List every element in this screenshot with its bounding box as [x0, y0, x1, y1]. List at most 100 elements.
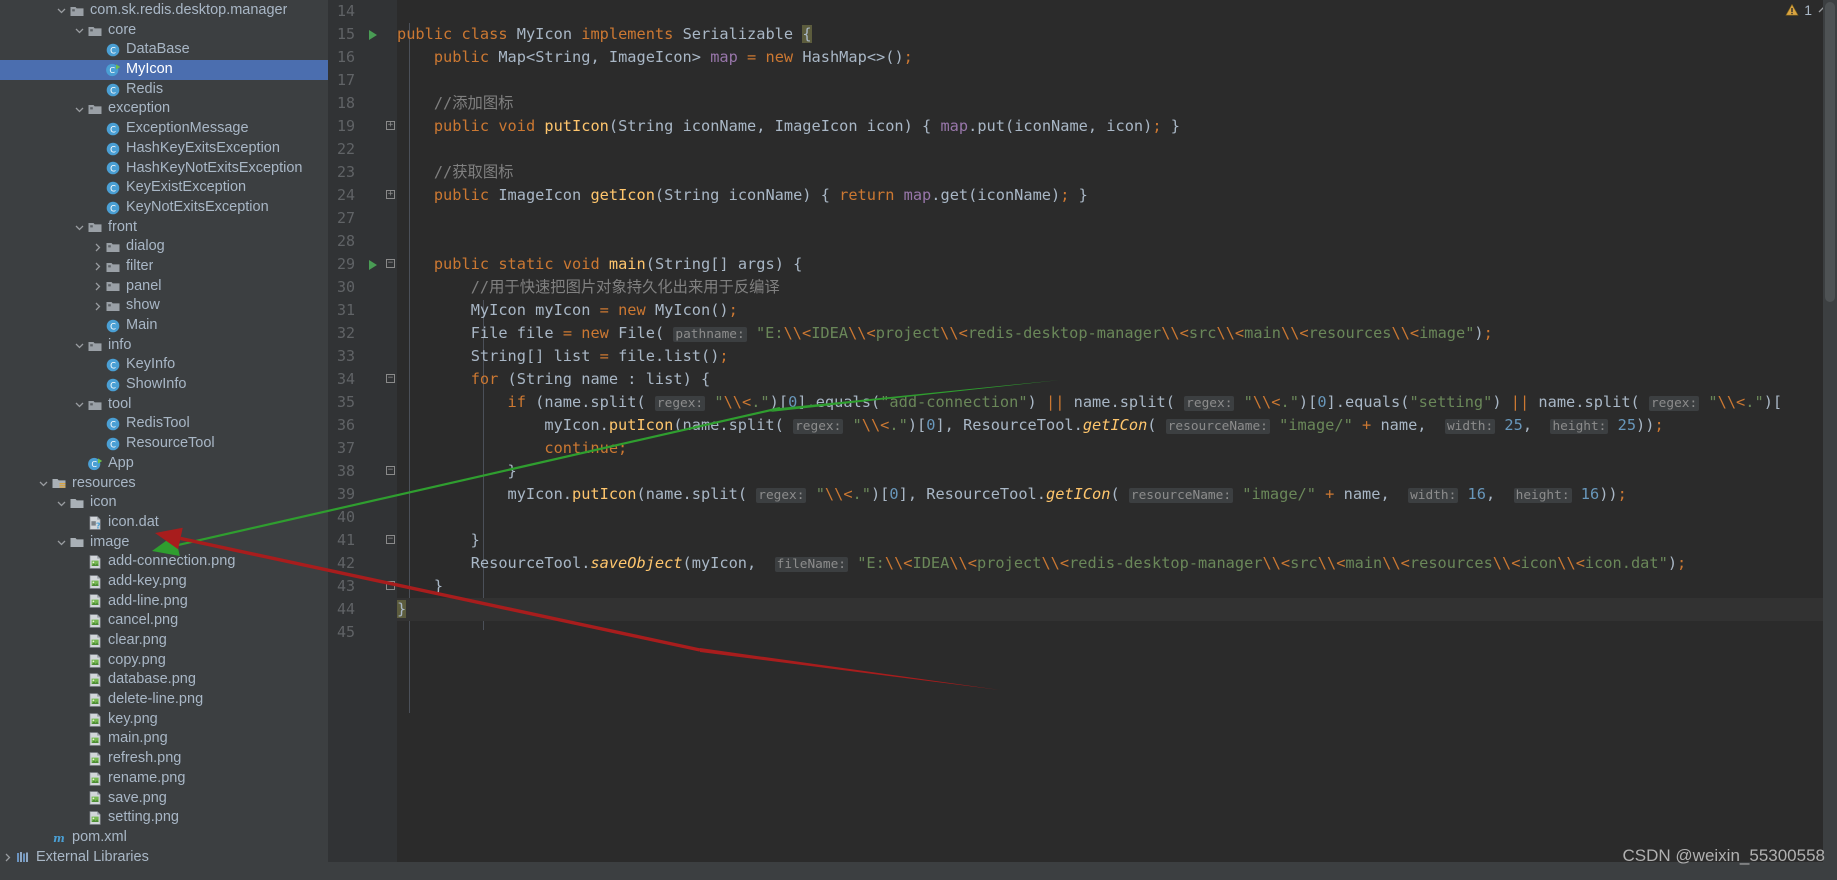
- tree-item-rename-png[interactable]: rename.png: [0, 769, 328, 789]
- code-line[interactable]: continue;: [397, 437, 627, 460]
- tree-item-clear-png[interactable]: clear.png: [0, 631, 328, 651]
- code-line[interactable]: myIcon.putIcon(name.split( regex: "\\<."…: [397, 483, 1627, 506]
- tree-item-save-png[interactable]: save.png: [0, 789, 328, 809]
- tree-item-resourcetool[interactable]: C ResourceTool: [0, 434, 328, 454]
- tree-item-keynotexitsexception[interactable]: C KeyNotExitsException: [0, 198, 328, 218]
- code-line[interactable]: ResourceTool.saveObject(myIcon, fileName…: [397, 552, 1686, 575]
- chevron-right-icon[interactable]: [90, 296, 104, 316]
- chevron-down-icon[interactable]: [54, 493, 68, 513]
- chevron-down-icon[interactable]: [72, 21, 86, 41]
- tree-item-setting-png[interactable]: setting.png: [0, 808, 328, 828]
- tree-item-copy-png[interactable]: copy.png: [0, 651, 328, 671]
- tree-item-redistool[interactable]: C RedisTool: [0, 414, 328, 434]
- tree-item-showinfo[interactable]: C ShowInfo: [0, 375, 328, 395]
- chevron-down-icon[interactable]: [72, 218, 86, 238]
- svg-text:C: C: [110, 380, 116, 390]
- chevron-down-icon[interactable]: [72, 336, 86, 356]
- code-line[interactable]: }: [397, 460, 517, 483]
- run-gutter-icon[interactable]: [369, 30, 377, 40]
- tree-item-com-sk-redis-desktop-manager[interactable]: com.sk.redis.desktop.manager: [0, 1, 328, 21]
- tree-item-resources[interactable]: resources: [0, 474, 328, 494]
- fold-plus-icon[interactable]: +: [386, 121, 395, 130]
- tree-item-cancel-png[interactable]: cancel.png: [0, 611, 328, 631]
- code-line[interactable]: String[] list = file.list();: [397, 345, 729, 368]
- tree-item-refresh-png[interactable]: refresh.png: [0, 749, 328, 769]
- code-line[interactable]: }: [397, 598, 407, 621]
- code-line[interactable]: //获取图标: [397, 161, 514, 184]
- chevron-right-icon[interactable]: [90, 277, 104, 297]
- image-file-icon: [86, 574, 104, 590]
- code-line[interactable]: }: [397, 529, 480, 552]
- tree-item-keyexistexception[interactable]: C KeyExistException: [0, 178, 328, 198]
- tree-item-exception[interactable]: exception: [0, 99, 328, 119]
- tree-item-add-connection-png[interactable]: add-connection.png: [0, 552, 328, 572]
- code-editor[interactable]: 14 15 16 17 18 19 +22 23 24 +27 28 29 − 30 31 32 33 34 − 35…: [328, 0, 1837, 880]
- tree-item-app[interactable]: C App: [0, 454, 328, 474]
- tree-item-dialog[interactable]: dialog: [0, 237, 328, 257]
- code-line[interactable]: MyIcon myIcon = new MyIcon();: [397, 299, 738, 322]
- code-line[interactable]: //添加图标: [397, 92, 514, 115]
- fold-plus-icon[interactable]: +: [386, 190, 395, 199]
- code-line[interactable]: for (String name : list) {: [397, 368, 711, 391]
- code-line[interactable]: }: [397, 575, 443, 598]
- code-text-area[interactable]: public class MyIcon implements Serializa…: [397, 0, 1837, 880]
- tree-item-info[interactable]: info: [0, 336, 328, 356]
- chevron-down-icon[interactable]: [36, 474, 50, 494]
- tree-item-myicon[interactable]: C MyIcon: [0, 60, 328, 80]
- java-class-icon: C: [104, 82, 122, 98]
- code-line[interactable]: public ImageIcon getIcon(String iconName…: [397, 184, 1088, 207]
- tree-item-pom-xml[interactable]: m pom.xml: [0, 828, 328, 848]
- fold-minus-icon[interactable]: −: [386, 581, 395, 590]
- chevron-down-icon[interactable]: [54, 533, 68, 553]
- tree-item-tool[interactable]: tool: [0, 395, 328, 415]
- code-line[interactable]: public Map<String, ImageIcon> map = new …: [397, 46, 913, 69]
- tree-item-front[interactable]: front: [0, 218, 328, 238]
- fold-minus-icon[interactable]: −: [386, 374, 395, 383]
- code-line[interactable]: myIcon.putIcon(name.split( regex: "\\<."…: [397, 414, 1664, 437]
- tree-item-hashkeynotexitsexception[interactable]: C HashKeyNotExitsException: [0, 159, 328, 179]
- tree-item-add-key-png[interactable]: add-key.png: [0, 572, 328, 592]
- code-line[interactable]: //用于快速把图片对象持久化出来用于反编译: [397, 276, 780, 299]
- editor-scrollbar-thumb[interactable]: [1825, 2, 1835, 302]
- tree-item-delete-line-png[interactable]: delete-line.png: [0, 690, 328, 710]
- package-folder-icon: [104, 239, 122, 255]
- tree-item-add-line-png[interactable]: add-line.png: [0, 592, 328, 612]
- tree-item-label: dialog: [126, 238, 165, 255]
- tree-item-icon[interactable]: icon: [0, 493, 328, 513]
- tree-item-redis[interactable]: C Redis: [0, 80, 328, 100]
- code-line[interactable]: public class MyIcon implements Serializa…: [397, 23, 812, 46]
- tree-item-filter[interactable]: filter: [0, 257, 328, 277]
- chevron-right-icon[interactable]: [90, 237, 104, 257]
- tree-item-exceptionmessage[interactable]: C ExceptionMessage: [0, 119, 328, 139]
- tree-item-key-png[interactable]: key.png: [0, 710, 328, 730]
- tree-item-panel[interactable]: panel: [0, 277, 328, 297]
- tree-item-image[interactable]: image: [0, 533, 328, 553]
- tree-item-main[interactable]: C Main: [0, 316, 328, 336]
- java-class-icon: C: [104, 121, 122, 137]
- svg-text:C: C: [110, 420, 116, 430]
- tree-item-main-png[interactable]: main.png: [0, 729, 328, 749]
- editor-scrollbar-track[interactable]: [1823, 0, 1837, 880]
- chevron-down-icon[interactable]: [72, 99, 86, 119]
- code-line[interactable]: if (name.split( regex: "\\<.")[0].equals…: [397, 391, 1782, 414]
- tree-item-hashkeyexitsexception[interactable]: C HashKeyExitsException: [0, 139, 328, 159]
- java-class-icon: C: [104, 357, 122, 373]
- chevron-down-icon[interactable]: [54, 1, 68, 21]
- chevron-down-icon[interactable]: [72, 395, 86, 415]
- fold-minus-icon[interactable]: −: [386, 535, 395, 544]
- code-line[interactable]: File file = new File( pathname: "E:\\<ID…: [397, 322, 1493, 345]
- run-gutter-icon[interactable]: [369, 260, 377, 270]
- code-line[interactable]: public static void main(String[] args) {: [397, 253, 802, 276]
- tree-item-database[interactable]: C DataBase: [0, 40, 328, 60]
- tree-item-icon-dat[interactable]: ? icon.dat: [0, 513, 328, 533]
- fold-minus-icon[interactable]: −: [386, 466, 395, 475]
- editor-gutter[interactable]: 14 15 16 17 18 19 +22 23 24 +27 28 29 − 30 31 32 33 34 − 35…: [328, 0, 397, 880]
- tree-item-show[interactable]: show: [0, 296, 328, 316]
- project-tree-panel[interactable]: com.sk.redis.desktop.manager core C DataBas…: [0, 0, 328, 880]
- tree-item-keyinfo[interactable]: C KeyInfo: [0, 355, 328, 375]
- tree-item-core[interactable]: core: [0, 21, 328, 41]
- code-line[interactable]: public void putIcon(String iconName, Ima…: [397, 115, 1180, 138]
- chevron-right-icon[interactable]: [90, 257, 104, 277]
- fold-minus-icon[interactable]: −: [386, 259, 395, 268]
- tree-item-database-png[interactable]: database.png: [0, 670, 328, 690]
